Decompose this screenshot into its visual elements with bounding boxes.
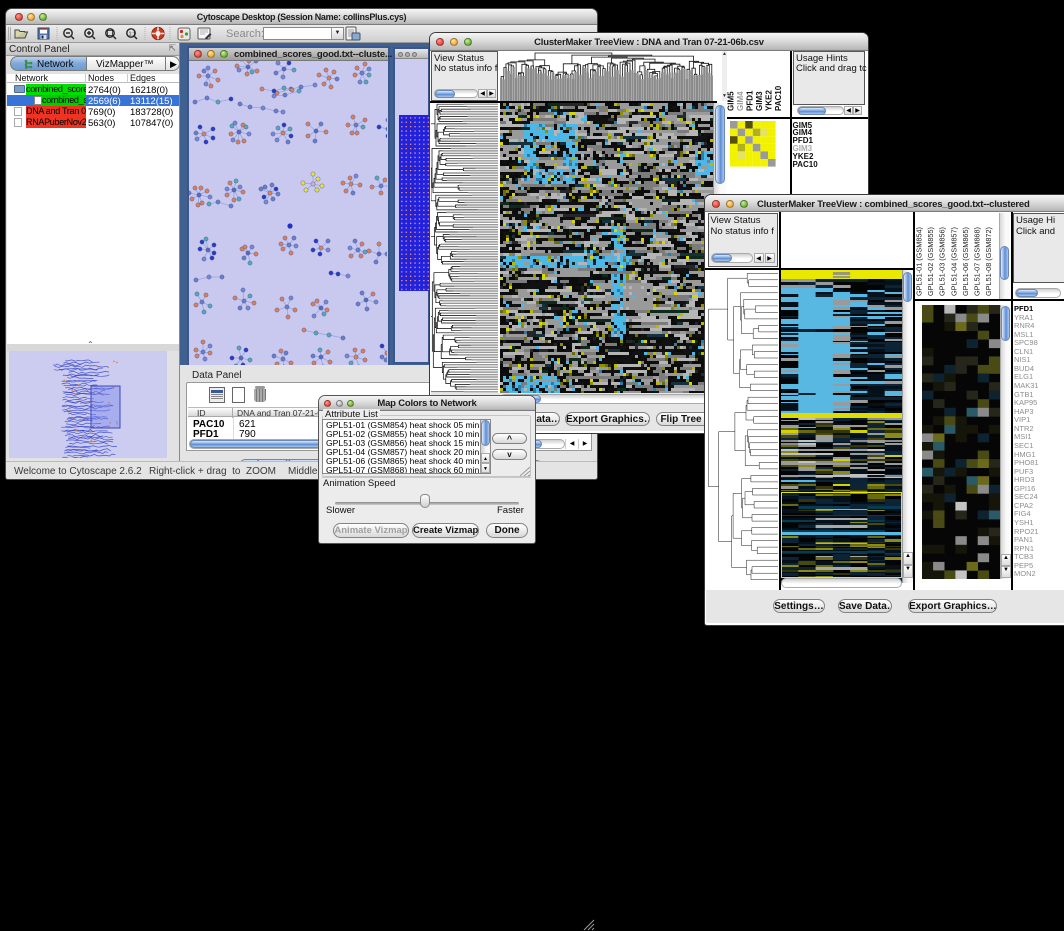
svg-text:GIM5: GIM5 <box>727 91 736 111</box>
svg-text:PFD1: PFD1 <box>746 90 755 111</box>
svg-text:YKE2: YKE2 <box>765 90 774 111</box>
svg-text:GPL51-06 (GSM865): GPL51-06 (GSM865) <box>961 227 970 296</box>
svg-text:GPL51-04 (GSM857): GPL51-04 (GSM857) <box>949 227 958 296</box>
svg-text:GPL51-07 (GSM868): GPL51-07 (GSM868) <box>973 227 982 296</box>
svg-text:GPL51-08 (GSM872): GPL51-08 (GSM872) <box>984 227 993 296</box>
svg-text:GPL51-03 (GSM856): GPL51-03 (GSM856) <box>938 227 947 296</box>
svg-text:1:1: 1:1 <box>129 32 136 38</box>
svg-text:GPL51-02 (GSM855): GPL51-02 (GSM855) <box>926 227 935 296</box>
svg-text:GPL51-01 (GSM854): GPL51-01 (GSM854) <box>915 227 924 296</box>
svg-text:GIM4: GIM4 <box>736 91 745 111</box>
svg-text:PAC10: PAC10 <box>774 85 783 111</box>
svg-text:GIM3: GIM3 <box>755 91 764 111</box>
